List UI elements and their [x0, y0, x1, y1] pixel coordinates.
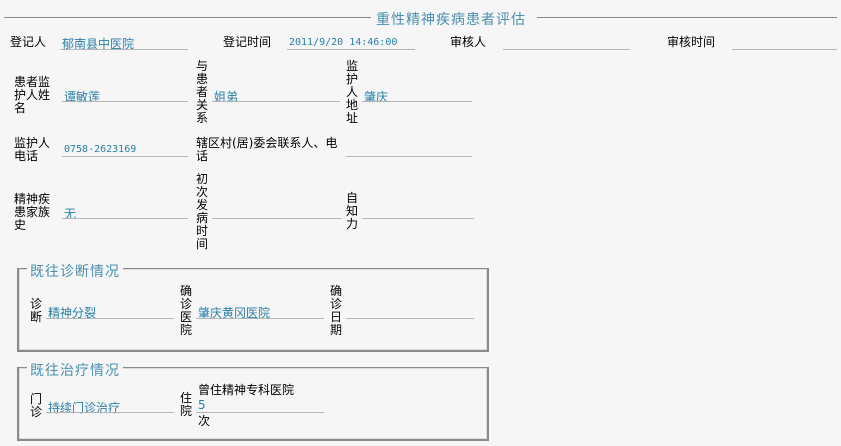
- first-onset-underline: [212, 218, 342, 219]
- first-onset-label: 初次发病时间: [196, 172, 209, 251]
- diagnosis-label: 诊断: [30, 297, 43, 324]
- guardian-address-underline: [362, 101, 472, 102]
- confirm-date-underline: [346, 318, 474, 319]
- treatment-legend: 既往治疗情况: [27, 360, 123, 380]
- diagnosis-legend: 既往诊断情况: [27, 261, 123, 281]
- guardian-phone-label: 监护人电话: [14, 136, 51, 163]
- register-time-field[interactable]: 2011/9/20 14:46:00: [289, 37, 397, 48]
- register-time-underline: [287, 49, 415, 50]
- diagnosis-underline: [46, 318, 174, 319]
- reviewer-label: 审核人: [450, 35, 487, 49]
- title-rule-left: [4, 17, 371, 18]
- confirm-date-label: 确诊日期: [330, 284, 343, 337]
- title-rule-right: [537, 17, 837, 18]
- village-contact-label: 辖区村(居)委会联系人、电话: [196, 136, 338, 163]
- insight-underline: [362, 218, 474, 219]
- outpatient-label: 门诊: [30, 392, 43, 419]
- insight-label: 自知力: [346, 191, 359, 231]
- guardian-name-field[interactable]: 谭敏莲: [64, 88, 100, 105]
- confirm-hospital-label: 确诊医院: [180, 284, 193, 337]
- page-title: 重性精神疾病患者评估: [376, 12, 526, 28]
- inpatient-count-underline: [196, 412, 324, 413]
- family-history-label: 精神疾患家族史: [14, 192, 51, 232]
- inpatient-label: 住院: [180, 391, 193, 418]
- outpatient-field[interactable]: 持续门诊治疗: [48, 399, 120, 416]
- inpatient-count-field[interactable]: 5: [198, 398, 206, 412]
- guardian-phone-underline: [62, 156, 188, 157]
- family-history-underline: [62, 218, 188, 219]
- village-contact-underline: [346, 156, 472, 157]
- relation-underline: [212, 101, 340, 102]
- register-person-underline: [60, 49, 188, 50]
- outpatient-underline: [46, 412, 174, 413]
- inpatient-unit-text: 次: [198, 414, 211, 428]
- family-history-field[interactable]: 无: [64, 205, 76, 222]
- relation-label: 与患者关系: [196, 59, 209, 125]
- inpatient-hospital-text: 曾住精神专科医院: [198, 383, 295, 397]
- register-person-label: 登记人: [10, 35, 47, 49]
- guardian-phone-field[interactable]: 0758-2623169: [64, 144, 136, 155]
- confirm-hospital-underline: [196, 318, 324, 319]
- register-time-label: 登记时间: [223, 35, 272, 49]
- review-time-underline: [732, 49, 837, 50]
- guardian-address-field[interactable]: 肇庆: [364, 88, 388, 105]
- reviewer-underline: [503, 49, 630, 50]
- guardian-name-underline: [62, 101, 188, 102]
- relation-field[interactable]: 姐弟: [214, 88, 238, 105]
- guardian-address-label: 监护人地址: [346, 59, 359, 125]
- review-time-label: 审核时间: [667, 35, 716, 49]
- guardian-name-label: 患者监护人姓名: [14, 75, 51, 115]
